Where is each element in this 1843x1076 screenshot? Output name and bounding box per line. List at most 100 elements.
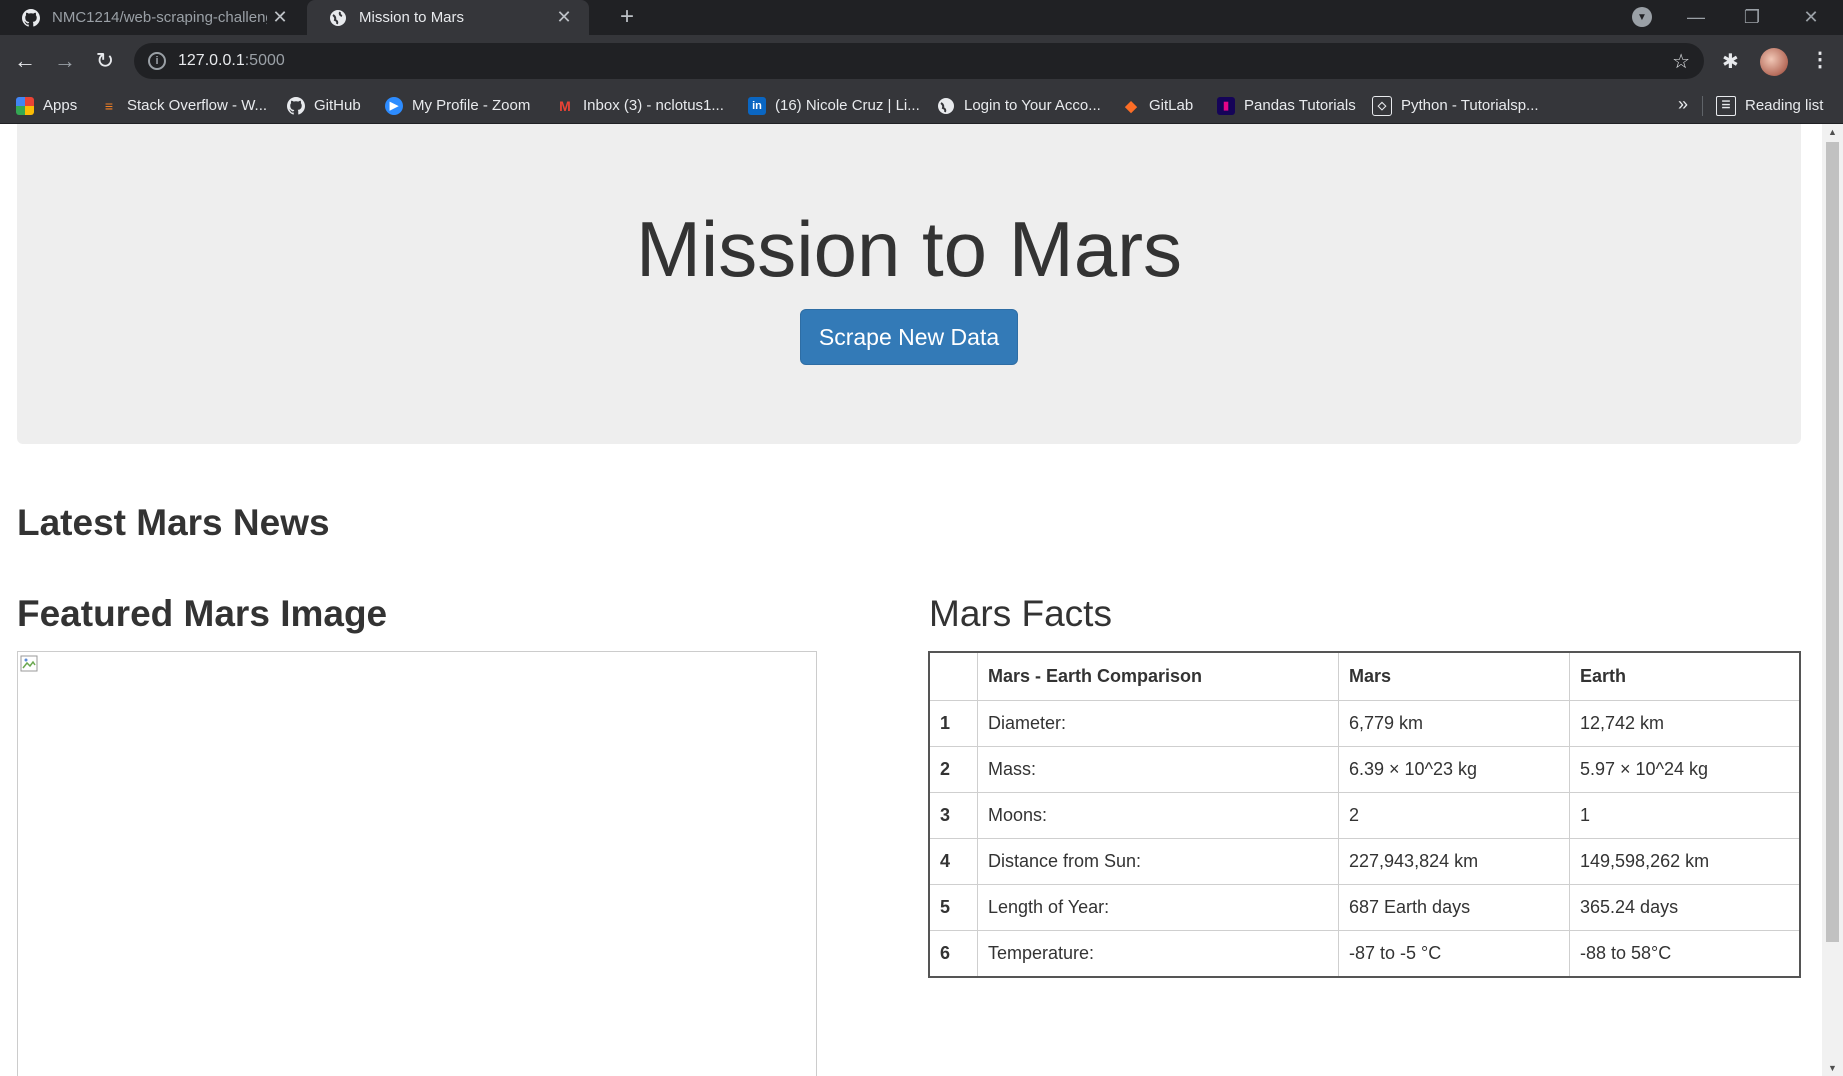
github-icon <box>287 96 305 115</box>
tab-github-repo[interactable]: NMC1214/web-scraping-challenge ✕ <box>0 0 305 35</box>
bookmark-python-tutorialspoint[interactable]: ◇ Python - Tutorialsp... <box>1372 88 1539 123</box>
reload-icon[interactable]: ↻ <box>88 44 122 78</box>
table-cell: 1 <box>1569 792 1801 839</box>
table-cell: Length of Year: <box>977 884 1339 931</box>
tab-title: Mission to Mars <box>359 9 465 26</box>
apps-grid-icon <box>16 96 34 115</box>
bookmark-gitlab[interactable]: ◆ GitLab <box>1122 88 1193 123</box>
tutorialspoint-icon: ◇ <box>1372 95 1392 116</box>
featured-mars-image-heading: Featured Mars Image <box>17 593 388 634</box>
table-cell: -88 to 58°C <box>1569 930 1801 978</box>
page-viewport: Mission to Mars Scrape New Data Latest M… <box>0 124 1822 1076</box>
tab-mission-to-mars[interactable]: Mission to Mars ✕ <box>307 0 589 35</box>
bookmark-label: Pandas Tutorials <box>1244 97 1356 114</box>
row-index: 2 <box>928 746 978 793</box>
mars-facts-heading: Mars Facts <box>929 593 1112 634</box>
browser-toolbar: ← → ↻ i 127.0.0.1:5000 ☆ ✱ ⋮ <box>0 35 1843 88</box>
table-cell: 2 <box>1338 792 1570 839</box>
bookmark-apps[interactable]: Apps <box>16 88 77 123</box>
scrape-new-data-button[interactable]: Scrape New Data <box>800 309 1018 365</box>
bookmark-zoom[interactable]: ▶ My Profile - Zoom <box>385 88 530 123</box>
reading-list-label: Reading list <box>1745 97 1824 114</box>
gmail-icon: M <box>559 97 571 114</box>
forward-icon[interactable]: → <box>48 44 82 78</box>
table-cell: 5.97 × 10^24 kg <box>1569 746 1801 793</box>
bookmarks-bar: Apps ≡ Stack Overflow - W... GitHub ▶ My… <box>0 88 1843 124</box>
bookmark-star-icon[interactable]: ☆ <box>1672 49 1690 74</box>
new-tab-plus-icon[interactable]: + <box>620 4 634 30</box>
close-window-icon[interactable]: ✕ <box>1783 0 1839 35</box>
mars-facts-table: Mars - Earth Comparison Mars Earth 1 Diam… <box>928 651 1801 978</box>
row-index: 6 <box>928 930 978 978</box>
scroll-down-arrow-icon[interactable]: ▼ <box>1822 1063 1843 1073</box>
reading-list-button[interactable]: ☰ Reading list <box>1716 88 1823 123</box>
zoom-icon: ▶ <box>385 96 403 115</box>
table-row: 1 Diameter: 6,779 km 12,742 km <box>928 700 1801 747</box>
back-icon[interactable]: ← <box>8 44 42 78</box>
bookmark-label: Python - Tutorialsp... <box>1401 97 1539 114</box>
table-cell: Distance from Sun: <box>977 838 1339 885</box>
bookmark-label: Apps <box>43 97 78 114</box>
row-index: 3 <box>928 792 978 839</box>
gitlab-icon: ◆ <box>1125 97 1137 115</box>
table-cell: 687 Earth days <box>1338 884 1570 931</box>
scroll-up-arrow-icon[interactable]: ▲ <box>1822 127 1843 137</box>
site-info-icon[interactable]: i <box>148 52 166 70</box>
column-header <box>928 651 978 701</box>
bookmark-label: My Profile - Zoom <box>412 97 531 114</box>
table-row: 4 Distance from Sun: 227,943,824 km 149,598… <box>928 838 1801 885</box>
bookmark-label: GitHub <box>314 97 361 114</box>
row-index: 5 <box>928 884 978 931</box>
row-index: 4 <box>928 838 978 885</box>
pandas-icon: ▮ <box>1217 96 1235 115</box>
bookmark-label: Login to Your Acco... <box>964 97 1101 114</box>
table-cell: Temperature: <box>977 930 1339 978</box>
bookmark-github[interactable]: GitHub <box>287 88 361 123</box>
globe-icon <box>938 97 954 114</box>
bookmark-gmail[interactable]: M Inbox (3) - nclotus1... <box>556 88 724 123</box>
bookmark-label: (16) Nicole Cruz | Li... <box>775 97 920 114</box>
divider <box>1702 96 1703 116</box>
featured-image <box>17 651 817 1076</box>
table-cell: Diameter: <box>977 700 1339 747</box>
bookmark-login[interactable]: Login to Your Acco... <box>937 88 1101 123</box>
extensions-puzzle-icon[interactable]: ✱ <box>1722 49 1739 74</box>
close-tab-icon[interactable]: ✕ <box>267 7 293 28</box>
table-cell: 6.39 × 10^23 kg <box>1338 746 1570 793</box>
github-icon <box>22 8 40 27</box>
table-cell: 227,943,824 km <box>1338 838 1570 885</box>
profile-avatar[interactable] <box>1760 48 1788 76</box>
url-port: :5000 <box>244 52 285 69</box>
table-row: 5 Length of Year: 687 Earth days 365.24 day… <box>928 884 1801 931</box>
table-cell: 365.24 days <box>1569 884 1801 931</box>
latest-mars-news-heading: Latest Mars News <box>17 502 330 543</box>
column-header: Mars - Earth Comparison <box>977 651 1339 701</box>
linkedin-icon: in <box>748 96 766 115</box>
table-cell: -87 to -5 °C <box>1338 930 1570 978</box>
table-row: 6 Temperature: -87 to -5 °C -88 to 58°C <box>928 930 1801 978</box>
table-cell: Moons: <box>977 792 1339 839</box>
menu-kebab-icon[interactable]: ⋮ <box>1810 47 1830 72</box>
url-host: 127.0.0.1 <box>178 52 245 69</box>
restore-icon[interactable]: ❐ <box>1724 0 1780 35</box>
column-header: Earth <box>1569 651 1801 701</box>
bookmark-label: Stack Overflow - W... <box>127 97 268 114</box>
scrollbar-thumb[interactable] <box>1826 142 1839 942</box>
table-row: 2 Mass: 6.39 × 10^23 kg 5.97 × 10^24 kg <box>928 746 1801 793</box>
address-bar[interactable]: i 127.0.0.1:5000 ☆ <box>134 43 1704 79</box>
table-header-row: Mars - Earth Comparison Mars Earth <box>928 651 1801 701</box>
bookmark-stackoverflow[interactable]: ≡ Stack Overflow - W... <box>100 88 267 123</box>
close-tab-icon[interactable]: ✕ <box>551 7 577 28</box>
table-cell: 6,779 km <box>1338 700 1570 747</box>
tab-title: NMC1214/web-scraping-challenge <box>52 9 267 26</box>
bookmark-pandas[interactable]: ▮ Pandas Tutorials <box>1217 88 1356 123</box>
tab-strip: NMC1214/web-scraping-challenge ✕ Mission… <box>0 0 1843 35</box>
minimize-icon[interactable]: — <box>1668 0 1724 35</box>
page-scrollbar[interactable]: ▲ ▼ <box>1822 124 1843 1076</box>
table-cell: Mass: <box>977 746 1339 793</box>
more-bookmarks-chevron-icon[interactable]: » <box>1678 94 1688 115</box>
page-title: Mission to Mars <box>635 205 1183 293</box>
tab-search-icon[interactable]: ▼ <box>1632 7 1652 27</box>
bookmark-linkedin[interactable]: in (16) Nicole Cruz | Li... <box>748 88 920 123</box>
jumbotron: Mission to Mars Scrape New Data <box>17 124 1801 444</box>
